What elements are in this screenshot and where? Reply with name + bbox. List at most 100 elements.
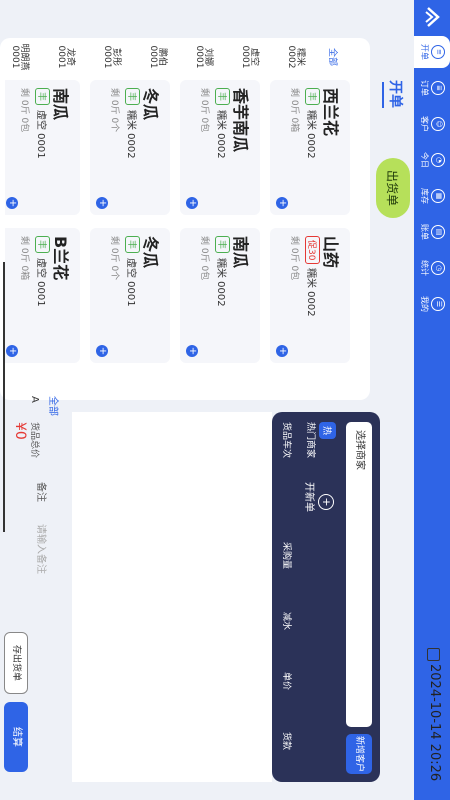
add-icon[interactable]: +	[186, 345, 198, 357]
scrollbar[interactable]	[3, 262, 5, 532]
new-customer-button[interactable]: 新增客户	[346, 734, 372, 774]
col-goods: 货品车次	[281, 422, 291, 459]
product-card[interactable]: 山药 促30 糯米 0002 剩 0斤 0包 +	[270, 228, 350, 363]
order-icon: ≡	[431, 45, 445, 59]
rail-item-customer[interactable]: ☺ 客户	[414, 108, 450, 140]
cart-header: 选择商家 新增客户 热 热门商家 + 开新单 货品车次 采购量 减水 单价 货款	[272, 412, 380, 782]
col-water: 减水	[281, 612, 291, 631]
cart-list	[72, 412, 272, 782]
buyer-all[interactable]: 全部	[327, 38, 340, 76]
buyer-item[interactable]: 糯米	[295, 38, 308, 76]
category-letter[interactable]: A	[29, 396, 40, 403]
product-card[interactable]: 西兰花 丰 糯米 0002 剩 0斤 0箱 +	[270, 80, 350, 215]
rail-item-bill[interactable]: ▤ 账单	[414, 216, 450, 248]
col-price: 单价	[281, 672, 291, 691]
product-card[interactable]: 冬瓜 丰 虚空 0001 剩 0斤 0个 +	[90, 228, 170, 363]
add-icon[interactable]: +	[96, 345, 108, 357]
new-order-button[interactable]: 开新单	[303, 482, 318, 512]
col-qty: 采购量	[281, 542, 291, 570]
add-icon[interactable]: +	[276, 345, 288, 357]
product-card[interactable]: 冬瓜 丰 糯米 0002 剩 0斤 0个 +	[90, 80, 170, 215]
product-tag: 丰	[35, 88, 50, 106]
product-card[interactable]: 香芋南瓜 丰 糯米 0002 剩 0斤 0包 +	[180, 80, 260, 215]
buyer-item[interactable]: 虚空	[249, 38, 262, 76]
settle-button[interactable]: 结算	[4, 702, 28, 772]
calendar-icon	[427, 648, 440, 661]
buyer-item-code: 0001	[240, 45, 250, 69]
product-tag: 丰	[35, 236, 50, 254]
rail-item-order[interactable]: ≡ 开单	[414, 36, 450, 68]
buyer-item[interactable]: 彭彤	[111, 38, 124, 76]
product-stock: 剩 0斤 0个	[109, 236, 119, 281]
product-name: 西兰花	[321, 88, 340, 137]
product-tag: 丰	[305, 88, 320, 106]
product-stock: 剩 0斤 0个	[109, 88, 119, 133]
datetime: 2024-10-14 20:26	[427, 664, 442, 782]
remark-input[interactable]: 请输入备注	[35, 524, 50, 574]
add-icon[interactable]: +	[6, 197, 18, 209]
buyer-item-code: 0001	[194, 45, 204, 69]
plus-icon[interactable]: +	[318, 494, 334, 510]
product-supplier: 糯米 0002	[215, 258, 226, 307]
buyer-item[interactable]: 鹏伯	[157, 38, 170, 76]
product-card[interactable]: 南瓜 丰 虚空 0001 剩 0斤 0包 +	[5, 80, 80, 215]
buyer-item-code: 0001	[56, 45, 66, 69]
rail-item-inventory[interactable]: ▦ 库存	[414, 180, 450, 212]
hot-tag: 热	[319, 422, 336, 440]
tab-underline	[382, 82, 384, 108]
add-icon[interactable]: +	[276, 197, 288, 209]
product-card[interactable]: B兰花 丰 虚空 0001 剩 0斤 0箱 +	[5, 228, 80, 363]
add-icon[interactable]: +	[96, 197, 108, 209]
buyer-item[interactable]: 明朗燕	[19, 38, 32, 76]
user-icon: ☺	[431, 117, 445, 131]
product-tag: 丰	[215, 88, 230, 106]
product-name: 香芋南瓜	[231, 88, 250, 153]
hot-merchant-label: 热门商家	[305, 422, 315, 459]
today-icon: ◔	[431, 153, 445, 167]
tab-order[interactable]: 开单	[386, 80, 406, 108]
total-label: 货品总价	[29, 422, 39, 459]
product-name: 山药	[321, 236, 340, 269]
product-card[interactable]: 南瓜 丰 糯米 0002 剩 0斤 0包 +	[180, 228, 260, 363]
product-tag: 丰	[125, 88, 140, 106]
logo-icon	[425, 7, 440, 27]
product-grid: 西兰花 丰 糯米 0002 剩 0斤 0箱 + 山药 促30 糯米 0002 剩…	[5, 80, 350, 436]
product-supplier: 糯米 0002	[305, 268, 316, 317]
stats-icon: ◷	[431, 261, 445, 275]
add-icon[interactable]: +	[6, 345, 18, 357]
product-panel: 全部 糯米 0002 虚空 0001 刘娜 0001 鹏伯 0001 彭彤 00…	[0, 38, 370, 400]
app-root: ≡ 开单 ≣ 订单 ☺ 客户 ◔ 今日 ▦ 库存 ▤ 账单 ◷ 统计 ☰ 我的	[0, 0, 450, 800]
product-supplier: 糯米 0002	[215, 110, 226, 159]
buyer-item-code: 0001	[10, 45, 20, 69]
buyer-item[interactable]: 龙奇	[65, 38, 78, 76]
me-icon: ☰	[431, 297, 445, 311]
product-name: 南瓜	[231, 236, 250, 269]
rail-item-me[interactable]: ☰ 我的	[414, 288, 450, 320]
buyer-item[interactable]: 刘娜	[203, 38, 216, 76]
add-icon[interactable]: +	[186, 197, 198, 209]
buyer-list: 全部 糯米 0002 虚空 0001 刘娜 0001 鹏伯 0001 彭彤 00…	[0, 38, 370, 76]
rail-item-orders[interactable]: ≣ 订单	[414, 72, 450, 104]
inventory-icon: ▦	[431, 189, 445, 203]
bill-icon: ▤	[431, 225, 445, 239]
buyer-item-code: 0001	[102, 45, 112, 69]
rail-item-stats[interactable]: ◷ 统计	[414, 252, 450, 284]
cart-panel: 选择商家 新增客户 热 热门商家 + 开新单 货品车次 采购量 减水 单价 货款…	[0, 412, 380, 790]
save-shipping-button[interactable]: 存出货单	[4, 632, 28, 694]
product-supplier: 虚空 0001	[35, 258, 46, 307]
rail-item-today[interactable]: ◔ 今日	[414, 144, 450, 176]
product-stock: 剩 0斤 0包	[199, 236, 209, 281]
remark-label: 备注	[35, 482, 46, 502]
product-tag: 丰	[125, 236, 140, 254]
product-supplier: 虚空 0001	[35, 110, 46, 159]
shipping-order-button[interactable]: 出货单	[376, 158, 410, 218]
product-supplier: 糯米 0002	[125, 110, 136, 159]
product-tag: 促30	[305, 236, 320, 265]
product-stock: 剩 0斤 0包	[19, 88, 29, 133]
product-name: 冬瓜	[141, 88, 160, 121]
merchant-select[interactable]: 选择商家	[346, 422, 372, 727]
product-stock: 剩 0斤 0箱	[19, 236, 29, 281]
product-supplier: 虚空 0001	[125, 258, 136, 307]
list-icon: ≣	[431, 81, 445, 95]
product-name: 冬瓜	[141, 236, 160, 269]
